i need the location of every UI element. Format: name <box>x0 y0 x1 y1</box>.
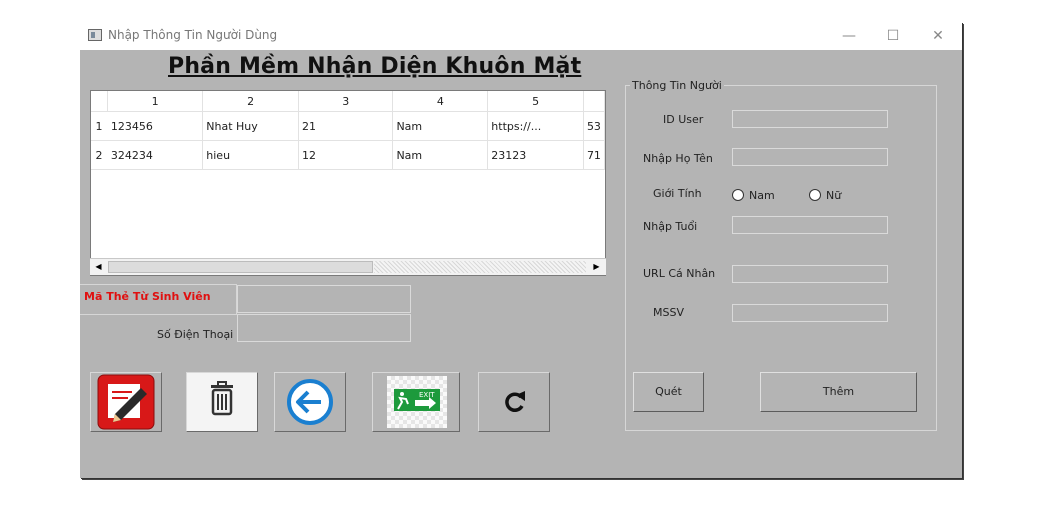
table-cell[interactable]: Nhat Huy <box>202 111 299 141</box>
table-cell[interactable]: 71 <box>583 140 605 170</box>
row-number: 1 <box>91 111 108 141</box>
table-cell[interactable]: https://... <box>487 111 584 141</box>
name-label: Nhập Họ Tên <box>643 152 713 165</box>
gender-label: Giới Tính <box>653 187 702 200</box>
column-header[interactable]: 5 <box>487 91 584 112</box>
table-cell[interactable]: hieu <box>202 140 299 170</box>
exit-sign-icon: EXIT <box>394 389 440 411</box>
back-arrow-icon <box>287 379 333 425</box>
window-title: Nhập Thông Tin Người Dùng <box>108 28 278 42</box>
id-user-label: ID User <box>663 113 704 126</box>
age-field[interactable] <box>732 216 888 234</box>
minimize-button[interactable]: — <box>834 26 864 46</box>
column-header[interactable]: 2 <box>202 91 299 112</box>
refresh-button[interactable] <box>478 372 550 432</box>
column-header[interactable]: 3 <box>298 91 394 112</box>
scroll-thumb[interactable] <box>108 261 373 273</box>
url-field[interactable] <box>732 265 888 283</box>
maximize-button[interactable]: ☐ <box>878 26 908 46</box>
main-window: Nhập Thông Tin Người Dùng — ☐ ✕ Phần Mềm… <box>80 22 962 478</box>
back-button[interactable] <box>274 372 346 432</box>
table-row[interactable]: 2 324234 hieu 12 Nam 23123 71 <box>91 140 605 170</box>
exit-button[interactable]: EXIT <box>372 372 460 432</box>
scroll-right-icon[interactable]: ▶ <box>589 260 604 274</box>
scroll-track[interactable] <box>374 261 586 273</box>
page-title: Phần Mềm Nhận Diện Khuôn Mặt <box>168 54 582 79</box>
name-field[interactable] <box>732 148 888 166</box>
gender-male-label[interactable]: Nam <box>749 189 775 202</box>
column-header[interactable]: 1 <box>107 91 204 112</box>
table-cell[interactable]: 324234 <box>107 140 204 170</box>
app-icon <box>88 29 102 41</box>
table-cell[interactable]: 21 <box>298 111 394 141</box>
mssv-label: MSSV <box>653 306 684 319</box>
edit-icon <box>97 374 155 430</box>
trash-icon <box>211 381 233 416</box>
refresh-icon <box>505 391 525 412</box>
horizontal-scrollbar[interactable]: ◀ ▶ <box>90 258 606 275</box>
card-id-label: Mã Thẻ Từ Sinh Viên <box>84 290 211 303</box>
column-header[interactable] <box>583 91 605 112</box>
user-table[interactable]: 1 2 3 4 5 1 123456 Nhat Huy 21 Nam https… <box>90 90 606 276</box>
table-cell[interactable]: 123456 <box>107 111 204 141</box>
title-bar: Nhập Thông Tin Người Dùng — ☐ ✕ <box>80 22 962 50</box>
table-cell[interactable]: Nam <box>392 140 489 170</box>
table-cell[interactable]: 53 <box>583 111 605 141</box>
add-button[interactable]: Thêm <box>760 372 917 412</box>
column-header[interactable]: 4 <box>392 91 489 112</box>
scroll-left-icon[interactable]: ◀ <box>91 260 106 274</box>
edit-button[interactable] <box>90 372 162 432</box>
table-cell[interactable]: 12 <box>298 140 394 170</box>
table-header-row: 1 2 3 4 5 <box>91 91 605 112</box>
group-title: Thông Tin Người <box>630 79 724 92</box>
exit-text: EXIT <box>419 391 435 399</box>
id-user-field[interactable] <box>732 110 888 128</box>
corner-header <box>91 91 108 112</box>
row-number: 2 <box>91 140 108 170</box>
phone-label: Số Điện Thoại <box>157 328 234 341</box>
phone-field[interactable] <box>237 314 411 342</box>
url-label: URL Cá Nhân <box>643 267 716 280</box>
delete-button[interactable] <box>186 372 258 432</box>
gender-female-label[interactable]: Nữ <box>826 189 841 202</box>
table-cell[interactable]: 23123 <box>487 140 584 170</box>
age-label: Nhập Tuổi <box>643 220 698 233</box>
scan-button[interactable]: Quét <box>633 372 704 412</box>
table-row[interactable]: 1 123456 Nhat Huy 21 Nam https://... 53 <box>91 111 605 141</box>
mssv-field[interactable] <box>732 304 888 322</box>
gender-male-radio[interactable] <box>732 189 744 201</box>
close-button[interactable]: ✕ <box>923 26 953 46</box>
gender-female-radio[interactable] <box>809 189 821 201</box>
card-id-field[interactable] <box>237 285 411 313</box>
table-cell[interactable]: Nam <box>392 111 489 141</box>
